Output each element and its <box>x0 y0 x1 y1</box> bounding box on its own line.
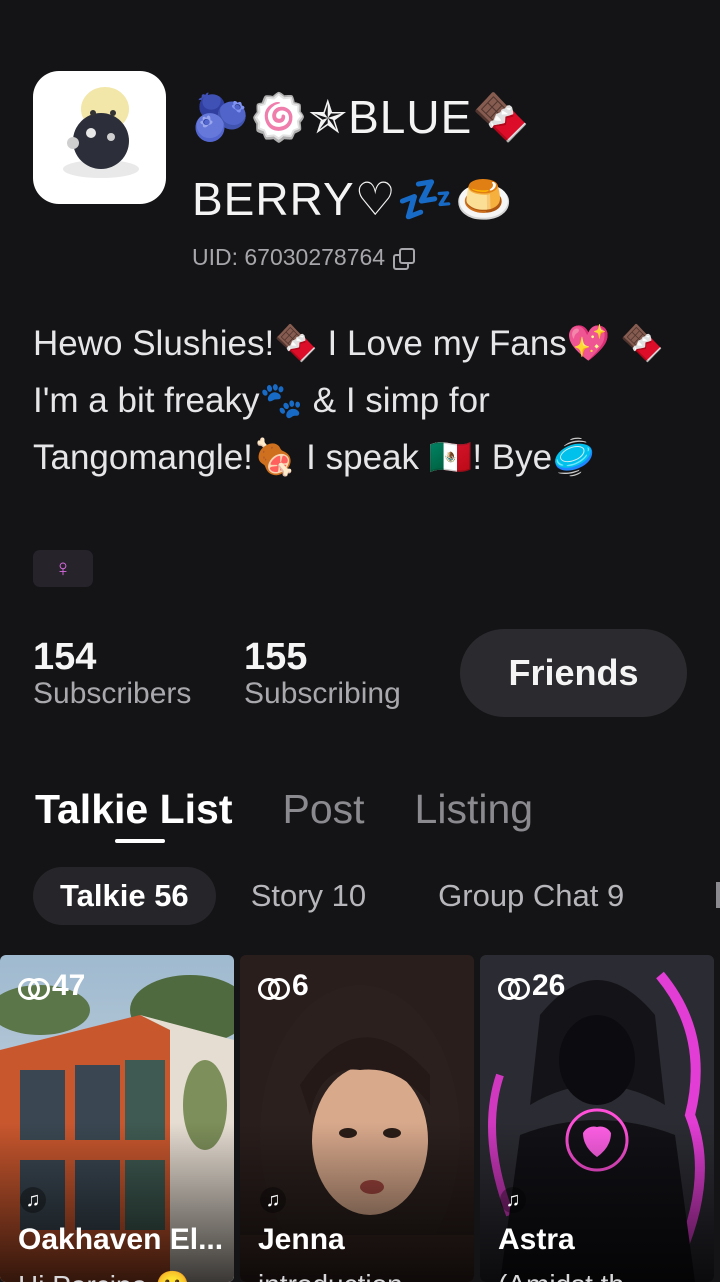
female-icon: ♀ <box>54 554 72 582</box>
card-count-value: 26 <box>532 969 566 1002</box>
talkie-card[interactable]: 26 ♫ Astra (Amidst th <box>480 955 714 1282</box>
card-description: introduction <box>258 1269 468 1282</box>
tab-post[interactable]: Post <box>282 784 364 834</box>
card-description: (Amidst th <box>498 1269 708 1282</box>
scroll-edge-indicator <box>716 882 720 908</box>
card-count-value: 47 <box>52 969 86 1002</box>
subscribing-label: Subscribing <box>244 677 401 710</box>
tab-talkie-list[interactable]: Talkie List <box>35 784 232 834</box>
card-description: Hi Parcipa 🙂 <box>18 1269 228 1282</box>
card-chat-count: 47 <box>18 969 85 1003</box>
subscribing-count: 155 <box>244 636 308 678</box>
link-icon <box>258 976 290 1000</box>
talkie-card[interactable]: 47 ♫ Oakhaven El... Hi Parcipa 🙂 <box>0 955 234 1282</box>
card-title: Astra <box>498 1223 575 1256</box>
talkie-grid: 47 ♫ Oakhaven El... Hi Parcipa 🙂 6 ♫ Jen… <box>0 955 720 1282</box>
card-count-value: 6 <box>292 969 309 1002</box>
link-icon <box>18 976 50 1000</box>
card-chat-count: 6 <box>258 969 309 1003</box>
card-title: Jenna <box>258 1223 345 1256</box>
friends-button[interactable]: Friends <box>460 629 687 717</box>
avatar-image <box>63 87 139 178</box>
chip-group-chat[interactable]: Group Chat 9 <box>411 867 651 925</box>
talkie-card[interactable]: 6 ♫ Jenna introduction <box>240 955 474 1282</box>
chip-talkie[interactable]: Talkie 56 <box>33 867 216 925</box>
music-note-icon: ♫ <box>500 1187 526 1213</box>
active-tab-indicator <box>115 839 165 843</box>
avatar[interactable] <box>33 71 166 204</box>
copy-icon[interactable] <box>393 247 416 270</box>
card-title: Oakhaven El... <box>18 1223 224 1256</box>
card-chat-count: 26 <box>498 969 565 1003</box>
profile-name: 🫐🍥✯BLUE🍫 BERRY♡💤🍮 <box>192 91 531 225</box>
music-note-icon: ♫ <box>260 1187 286 1213</box>
uid-text: UID: 67030278764 <box>192 244 386 270</box>
music-note-icon: ♫ <box>20 1187 46 1213</box>
profile-tabs: Talkie List Post Listing <box>35 784 533 834</box>
uid-row: UID: 67030278764 <box>192 244 416 271</box>
subscribers-count: 154 <box>33 636 97 678</box>
chip-story[interactable]: Story 10 <box>234 867 393 925</box>
subscribers-stat[interactable]: 154 Subscribers <box>33 636 191 710</box>
profile-bio: Hewo Slushies!🍫 I Love my Fans💖 🍫I'm a b… <box>33 324 664 477</box>
link-icon <box>498 976 530 1000</box>
tab-listing[interactable]: Listing <box>415 784 534 834</box>
gender-badge: ♀ <box>33 550 93 587</box>
subscribing-stat[interactable]: 155 Subscribing <box>244 636 401 710</box>
subscribers-label: Subscribers <box>33 677 192 710</box>
filter-chips: Talkie 56 Story 10 Group Chat 9 <box>33 867 651 925</box>
